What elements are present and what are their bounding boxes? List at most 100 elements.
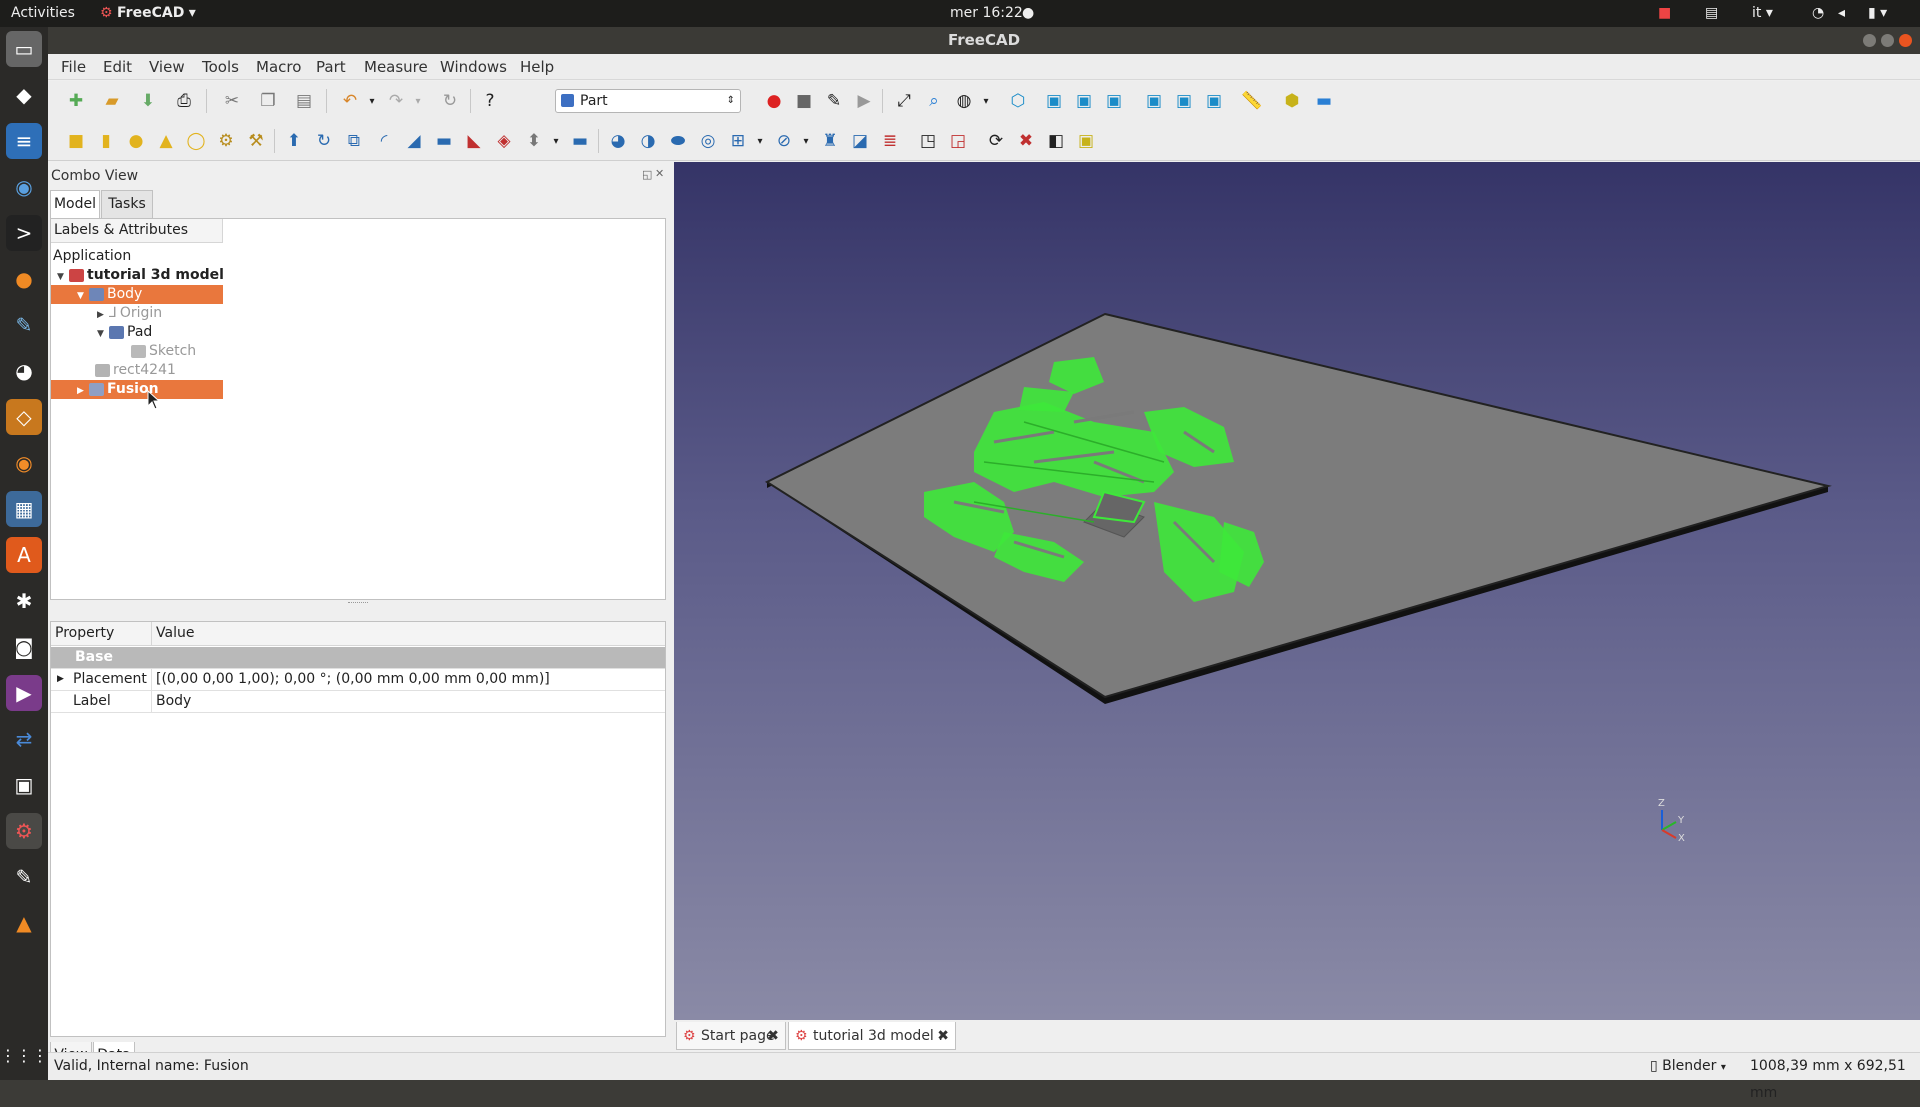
- create-group-icon[interactable]: ▬: [1312, 89, 1336, 113]
- cut-boolean-icon[interactable]: ◑: [636, 129, 660, 153]
- draw-icon[interactable]: ◇: [6, 399, 42, 435]
- split-icon[interactable]: ⊘: [772, 129, 796, 153]
- menu-tools[interactable]: Tools: [202, 58, 239, 76]
- language-indicator[interactable]: it ▾: [1752, 0, 1773, 27]
- compound-icon[interactable]: ♜: [818, 129, 842, 153]
- tab-start-page[interactable]: ⚙ Start page ✖: [676, 1022, 786, 1050]
- fit-selection-icon[interactable]: ⌕: [922, 89, 946, 113]
- tab-tasks[interactable]: Tasks: [101, 190, 153, 218]
- undo-dropdown-icon[interactable]: ▾: [360, 89, 384, 113]
- writer-icon[interactable]: ≡: [6, 123, 42, 159]
- primitives-icon[interactable]: ⚙: [214, 129, 238, 153]
- freecad-dock-icon[interactable]: ⚙: [6, 813, 42, 849]
- refresh-icon[interactable]: ↻: [438, 89, 462, 113]
- close-tab-icon[interactable]: ✖: [937, 1022, 949, 1050]
- paste-icon[interactable]: ▤: [292, 89, 316, 113]
- loft-icon[interactable]: ◈: [492, 129, 516, 153]
- whats-this-icon[interactable]: ?: [478, 89, 502, 113]
- view-bottom-icon[interactable]: ▣: [1172, 89, 1196, 113]
- split-dropdown-icon[interactable]: ▾: [794, 129, 818, 153]
- view-right-icon[interactable]: ▣: [1102, 89, 1126, 113]
- collapse-arrow-icon[interactable]: ▶: [57, 669, 64, 690]
- vlc-icon[interactable]: ▲: [6, 905, 42, 941]
- measure-refresh-icon[interactable]: ⟳: [984, 129, 1008, 153]
- revolve-icon[interactable]: ↻: [312, 129, 336, 153]
- view-left-icon[interactable]: ▣: [1202, 89, 1226, 113]
- feather-icon[interactable]: ✎: [6, 307, 42, 343]
- tree-item-rect4241[interactable]: rect4241: [95, 361, 176, 380]
- cut-icon[interactable]: ✂: [220, 89, 244, 113]
- tree-item-document[interactable]: ▼ tutorial 3d model: [57, 266, 224, 285]
- camera-app-icon[interactable]: ◙: [6, 629, 42, 665]
- boolean-icon[interactable]: ◕: [606, 129, 630, 153]
- view-rear-icon[interactable]: ▣: [1142, 89, 1166, 113]
- menu-macro[interactable]: Macro: [256, 58, 301, 76]
- join-dropdown-icon[interactable]: ▾: [748, 129, 772, 153]
- fit-all-icon[interactable]: ⤢: [892, 89, 916, 113]
- macro-run-icon[interactable]: ▶: [852, 89, 876, 113]
- volume-icon[interactable]: ◂: [1838, 0, 1845, 27]
- open-file-icon[interactable]: ▰: [100, 89, 124, 113]
- app-menu[interactable]: ⚙ FreeCAD ▾: [100, 0, 196, 27]
- measure-clear-icon[interactable]: ✖: [1014, 129, 1038, 153]
- splitter-handle[interactable]: [348, 602, 368, 606]
- create-part-icon[interactable]: ⬢: [1280, 89, 1304, 113]
- expand-arrow-icon[interactable]: ▼: [77, 287, 89, 306]
- view-top-icon[interactable]: ▣: [1072, 89, 1096, 113]
- menu-help[interactable]: Help: [520, 58, 554, 76]
- inkscape-icon[interactable]: ◆: [6, 77, 42, 113]
- 3d-scene[interactable]: Z Y X: [674, 162, 1920, 1020]
- chamfer-icon[interactable]: ◢: [402, 129, 426, 153]
- settings-wrench-icon[interactable]: ✱: [6, 583, 42, 619]
- camera-indicator-icon[interactable]: ■: [1658, 0, 1671, 27]
- sweep-icon[interactable]: ⬍: [522, 129, 546, 153]
- macro-edit-icon[interactable]: ✎: [822, 89, 846, 113]
- blender-icon[interactable]: ◉: [6, 445, 42, 481]
- tree-item-application[interactable]: Application: [53, 247, 131, 266]
- tree-item-fusion[interactable]: ▶ Fusion: [51, 380, 223, 399]
- battery-icon[interactable]: ▮ ▾: [1868, 0, 1887, 27]
- wifi-icon[interactable]: ◔: [1812, 0, 1824, 27]
- check-geometry-icon[interactable]: ◪: [848, 129, 872, 153]
- measure-toggle-3d-icon[interactable]: ◧: [1044, 129, 1068, 153]
- torus-icon[interactable]: ◯: [184, 129, 208, 153]
- new-file-icon[interactable]: ✚: [64, 89, 88, 113]
- sphere-icon[interactable]: ●: [124, 129, 148, 153]
- ruled-surface-icon[interactable]: ◣: [462, 129, 486, 153]
- tab-tutorial-3d-model[interactable]: ⚙ tutorial 3d model : 1* ✖: [788, 1022, 956, 1072]
- float-panel-icon[interactable]: ◱: [642, 168, 652, 181]
- join-features-icon[interactable]: ⊞: [726, 129, 750, 153]
- close-panel-icon[interactable]: ✕: [655, 167, 664, 180]
- print-icon[interactable]: ⎙: [172, 89, 196, 113]
- software-center-icon[interactable]: A: [6, 537, 42, 573]
- navigation-style-selector[interactable]: ▯ Blender ▾: [1650, 1053, 1726, 1081]
- shape-builder-icon[interactable]: ⚒: [244, 129, 268, 153]
- measure-toggle-delta-icon[interactable]: ▣: [1074, 129, 1098, 153]
- chromium-icon[interactable]: ◉: [6, 169, 42, 205]
- tree-item-pad[interactable]: ▼ Pad: [97, 323, 152, 342]
- virtualbox-icon[interactable]: ▣: [6, 767, 42, 803]
- gimp-icon[interactable]: ◕: [6, 353, 42, 389]
- draw-style-dropdown-icon[interactable]: ▾: [974, 89, 998, 113]
- clock[interactable]: mer 16:22: [950, 0, 1023, 27]
- text-editor-icon[interactable]: ✎: [6, 859, 42, 895]
- close-window-button[interactable]: [1899, 34, 1912, 47]
- menu-windows[interactable]: Windows: [440, 58, 507, 76]
- maximize-button[interactable]: [1881, 34, 1894, 47]
- view-isometric-icon[interactable]: ⬡: [1006, 89, 1030, 113]
- collapse-arrow-icon[interactable]: ▶: [77, 382, 89, 401]
- 3d-viewport[interactable]: Z Y X: [674, 162, 1920, 1020]
- common-icon[interactable]: ◎: [696, 129, 720, 153]
- remote-desktop-icon[interactable]: ⇄: [6, 721, 42, 757]
- close-tab-icon[interactable]: ✖: [767, 1022, 779, 1050]
- measure-angular-icon[interactable]: ◲: [946, 129, 970, 153]
- measure-distance-icon[interactable]: 📏: [1240, 89, 1264, 113]
- cross-sections-icon[interactable]: ≣: [878, 129, 902, 153]
- workbench-selector[interactable]: Part ⇕: [555, 89, 741, 113]
- property-row-placement[interactable]: ▶ Placement [(0,00 0,00 1,00); 0,00 °; (…: [51, 669, 665, 691]
- expand-arrow-icon[interactable]: ▼: [97, 325, 109, 344]
- undo-icon[interactable]: ↶: [338, 89, 362, 113]
- scanner-icon[interactable]: ▦: [6, 491, 42, 527]
- measure-linear-icon[interactable]: ◳: [916, 129, 940, 153]
- property-row-label[interactable]: Label Body: [51, 691, 665, 713]
